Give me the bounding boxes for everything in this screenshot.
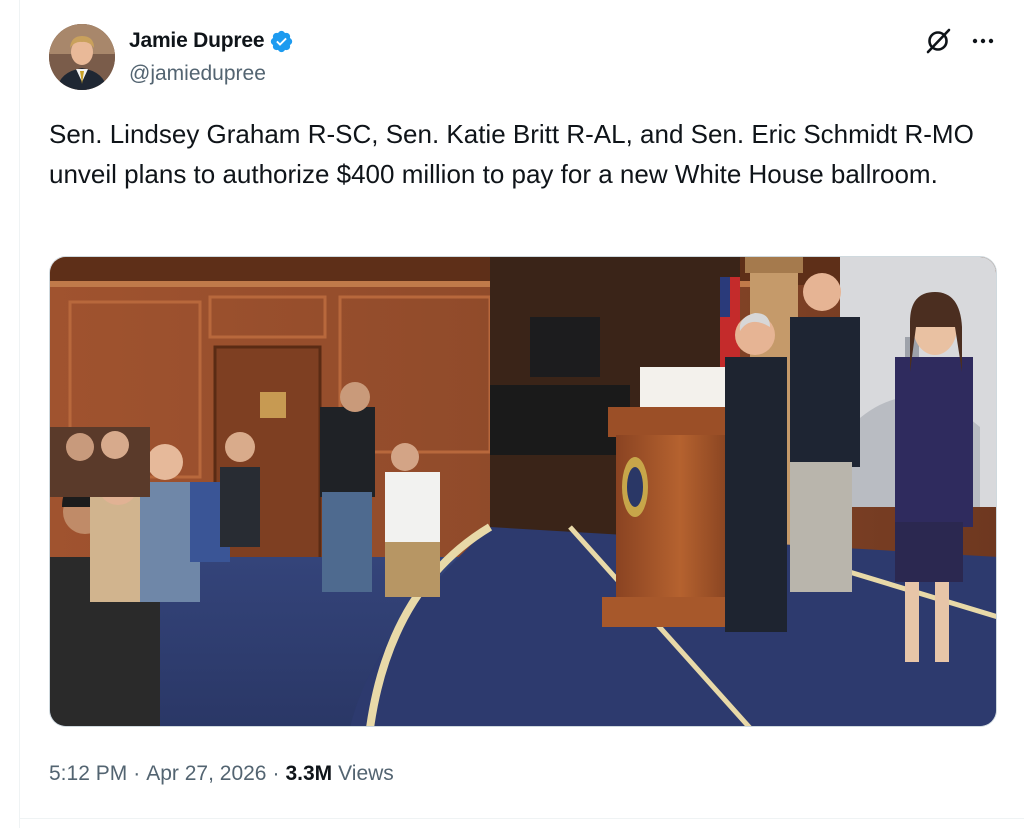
press-conference-photo [50, 257, 996, 726]
author-avatar[interactable] [49, 24, 115, 90]
avatar-photo [49, 24, 115, 90]
grok-slash-circle-icon [926, 28, 951, 54]
views-label[interactable]: Views [338, 762, 394, 786]
tweet-time[interactable]: 5:12 PM [49, 762, 127, 786]
tweet-meta: 5:12 PM · Apr 27, 2026 · 3.3M Views [49, 759, 394, 789]
meta-separator: · [272, 762, 280, 785]
views-count[interactable]: 3.3M [285, 762, 332, 786]
timeline-left-border [19, 0, 20, 828]
ellipsis-icon [972, 38, 994, 44]
tweet-text: Sen. Lindsey Graham R-SC, Sen. Katie Bri… [49, 119, 974, 189]
author-name-row[interactable]: Jamie Dupree [129, 27, 294, 55]
divider [19, 818, 1024, 819]
verified-badge-icon[interactable] [269, 29, 294, 54]
more-options-button[interactable] [965, 26, 1001, 56]
author-display-name[interactable]: Jamie Dupree [129, 29, 265, 53]
tweet-date[interactable]: Apr 27, 2026 [146, 762, 266, 786]
meta-separator: · [133, 762, 141, 785]
tweet-photo[interactable] [49, 256, 997, 727]
author-handle[interactable]: @jamiedupree [129, 62, 266, 86]
grok-button[interactable] [923, 26, 953, 56]
